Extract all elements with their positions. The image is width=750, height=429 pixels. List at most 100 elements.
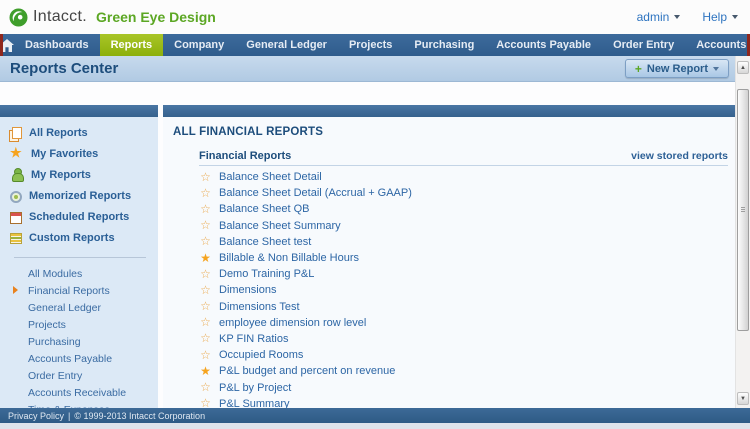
brand: Intacct. Green Eye Design (9, 8, 216, 27)
reports-content: ALL FINANCIAL REPORTS Financial Reports … (163, 117, 735, 408)
report-row: Billable & Non Billable Hours (199, 250, 728, 266)
intacct-logo-text: Intacct. (33, 8, 87, 25)
report-link[interactable]: Billable & Non Billable Hours (219, 252, 359, 264)
new-report-button[interactable]: + New Report (624, 59, 729, 78)
intacct-logo-icon (9, 8, 28, 27)
selected-arrow-icon (13, 286, 18, 294)
chevron-down-icon (674, 15, 681, 19)
sidebar-module-item[interactable]: Accounts Payable (0, 350, 158, 367)
report-row: Dimensions Test (199, 299, 728, 315)
favorite-star-icon[interactable] (199, 203, 212, 216)
favorites-star-icon (10, 146, 24, 161)
report-link[interactable]: P&L budget and percent on revenue (219, 365, 395, 377)
main-nav: Dashboards Reports Company General Ledge… (0, 34, 750, 56)
admin-menu[interactable]: admin (637, 10, 681, 24)
nav-tabs: Dashboards Reports Company General Ledge… (14, 34, 750, 56)
report-link[interactable]: Balance Sheet Detail (Accrual + GAAP) (219, 187, 412, 199)
report-row: P&L budget and percent on revenue (199, 363, 728, 379)
body: Reports Center + New Report All Reports … (0, 56, 750, 408)
favorite-star-icon[interactable] (199, 235, 212, 248)
nav-tab[interactable]: Reports (99, 34, 164, 56)
sidebar-module-item[interactable]: Purchasing (0, 333, 158, 350)
scroll-down-button[interactable]: ▼ (737, 392, 749, 405)
favorite-star-icon[interactable] (199, 187, 212, 200)
nav-tab[interactable]: Accounts Payable (485, 34, 602, 56)
favorite-star-icon[interactable] (199, 316, 212, 329)
view-stored-reports-link[interactable]: view stored reports (631, 150, 728, 162)
favorite-star-icon[interactable] (199, 349, 212, 362)
sidebar-module-item[interactable]: Financial Reports (0, 282, 158, 299)
sidebar-item[interactable]: All Reports (0, 122, 158, 143)
sidebar-item[interactable]: My Favorites (0, 143, 158, 164)
report-link[interactable]: Dimensions (219, 284, 276, 296)
report-row: employee dimension row level (199, 315, 728, 331)
report-row: Balance Sheet Detail (199, 169, 728, 185)
sidebar-module-label: Order Entry (28, 369, 83, 382)
sidebar-module-item[interactable]: Accounts Receivable (0, 384, 158, 401)
report-row: KP FIN Ratios (199, 331, 728, 347)
report-link[interactable]: Balance Sheet QB (219, 203, 310, 215)
scrollbar-thumb[interactable] (737, 89, 749, 331)
sidebar-module-label: Purchasing (28, 335, 81, 348)
sidebar-module-item[interactable]: Order Entry (0, 367, 158, 384)
report-row: P&L Summary (199, 396, 728, 408)
report-link[interactable]: P&L Summary (219, 398, 290, 408)
sidebar-item[interactable]: My Reports (0, 164, 158, 185)
report-row: P&L by Project (199, 379, 728, 395)
scroll-up-button[interactable]: ▲ (737, 61, 749, 74)
sidebar-item[interactable]: Custom Reports (0, 227, 158, 248)
sidebar-panel-header (0, 105, 158, 117)
favorite-star-icon[interactable] (199, 284, 212, 297)
sidebar-item-label: All Reports (29, 126, 88, 139)
report-row: Demo Training P&L (199, 266, 728, 282)
sidebar-item[interactable]: Memorized Reports (0, 185, 158, 206)
favorite-star-icon[interactable] (199, 365, 212, 378)
help-menu-label: Help (702, 10, 727, 24)
report-link[interactable]: Balance Sheet test (219, 236, 311, 248)
sidebar-module-item[interactable]: Time & Expenses (0, 401, 158, 409)
sidebar-module-item[interactable]: Projects (0, 316, 158, 333)
report-link[interactable]: Balance Sheet Detail (219, 171, 322, 183)
nav-tab[interactable]: Projects (338, 34, 403, 56)
report-link[interactable]: Demo Training P&L (219, 268, 314, 280)
nav-tab[interactable]: General Ledger (235, 34, 338, 56)
home-icon[interactable] (0, 34, 14, 56)
chevron-down-icon (732, 15, 738, 19)
sidebar-main-list: All Reports My Favorites My (0, 117, 158, 248)
nav-tab[interactable]: Company (163, 34, 235, 56)
sidebar-module-item[interactable]: General Ledger (0, 299, 158, 316)
content-panel-header (163, 105, 735, 117)
report-link[interactable]: P&L by Project (219, 382, 291, 394)
sidebar-panel: All Reports My Favorites My (0, 105, 158, 408)
page-title: Reports Center (10, 60, 119, 77)
nav-tab[interactable]: Accounts Receivable (685, 34, 750, 56)
favorite-star-icon[interactable] (199, 268, 212, 281)
nav-tab[interactable]: Order Entry (602, 34, 685, 56)
report-link[interactable]: Dimensions Test (219, 301, 300, 313)
favorite-star-icon[interactable] (199, 171, 212, 184)
sidebar-item-label: My Favorites (31, 147, 99, 160)
session-menus: admin Help (637, 10, 738, 24)
favorite-star-icon[interactable] (199, 332, 212, 345)
nav-tab[interactable]: Dashboards (14, 34, 100, 56)
favorite-star-icon[interactable] (199, 252, 212, 265)
footer: Privacy Policy | © 1999-2013 Intacct Cor… (0, 408, 750, 423)
sidebar-item-label: My Reports (31, 168, 91, 181)
report-row: Occupied Rooms (199, 347, 728, 363)
plus-icon: + (634, 61, 642, 76)
report-link[interactable]: employee dimension row level (219, 317, 366, 329)
report-link[interactable]: KP FIN Ratios (219, 333, 289, 345)
report-link[interactable]: Occupied Rooms (219, 349, 303, 361)
sidebar-item[interactable]: Scheduled Reports (0, 206, 158, 227)
privacy-policy-link[interactable]: Privacy Policy (8, 411, 64, 421)
favorite-star-icon[interactable] (199, 300, 212, 313)
nav-tab[interactable]: Purchasing (403, 34, 485, 56)
sidebar-item-label: Custom Reports (29, 231, 115, 244)
vertical-scrollbar[interactable]: ▲ ▼ (735, 56, 750, 408)
favorite-star-icon[interactable] (199, 397, 212, 408)
favorite-star-icon[interactable] (199, 381, 212, 394)
report-link[interactable]: Balance Sheet Summary (219, 220, 341, 232)
help-menu[interactable]: Help (702, 10, 738, 24)
sidebar-module-item[interactable]: All Modules (0, 265, 158, 282)
favorite-star-icon[interactable] (199, 219, 212, 232)
